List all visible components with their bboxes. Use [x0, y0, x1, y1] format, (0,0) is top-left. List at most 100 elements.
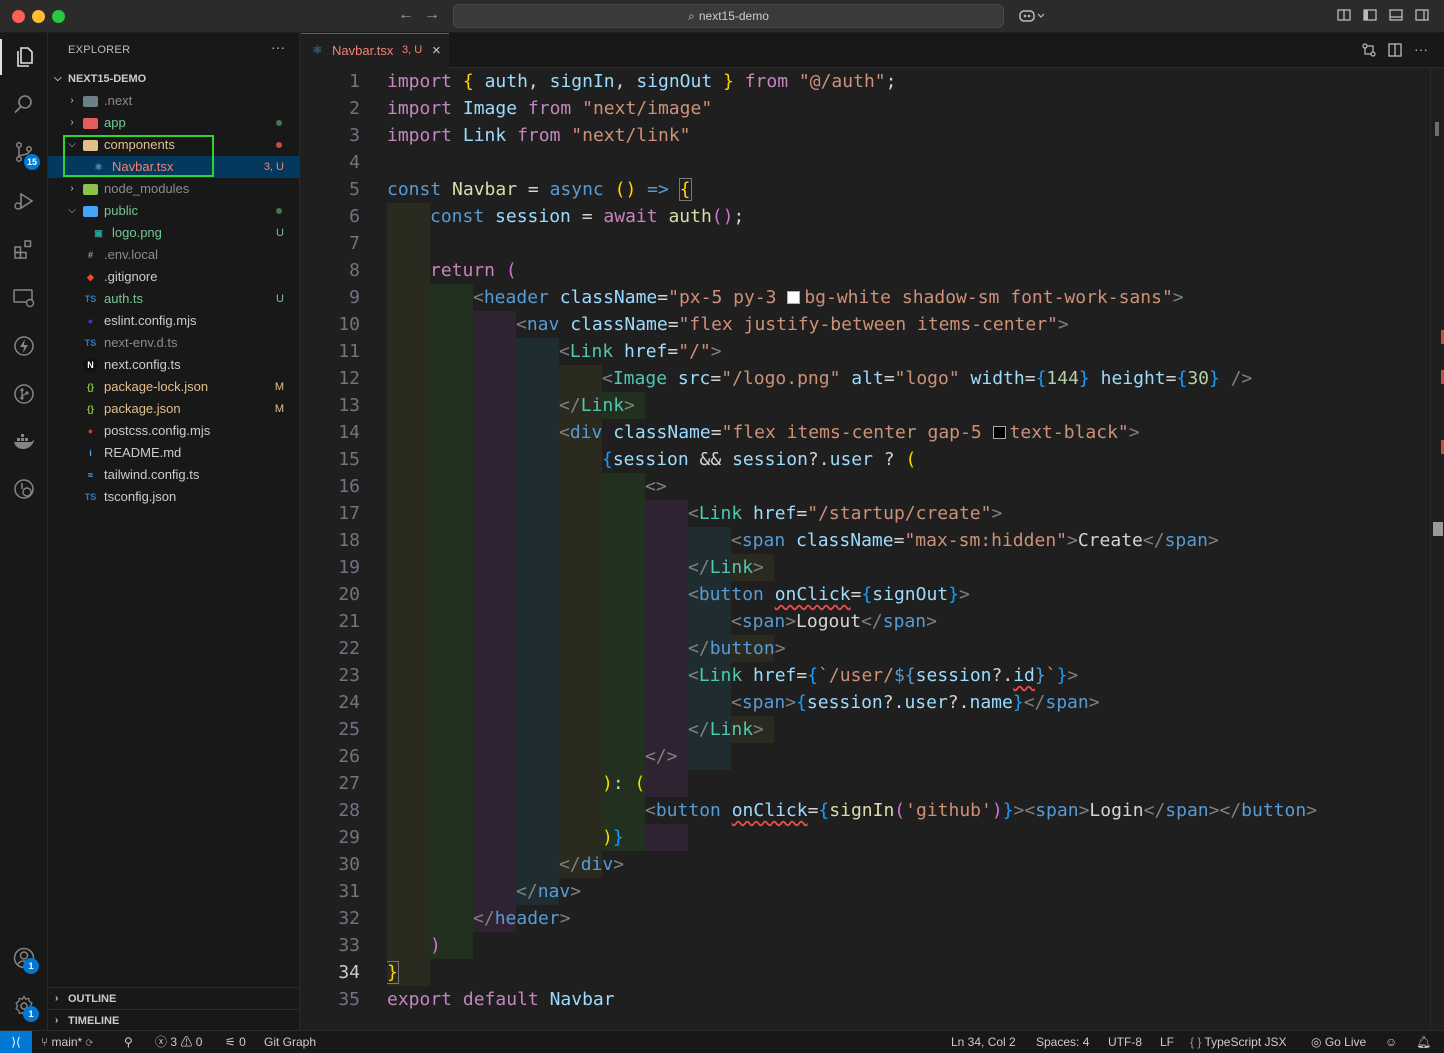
notifications-bell-icon[interactable]: 🔔︎ — [1416, 1031, 1431, 1053]
lightning-icon[interactable] — [0, 324, 48, 368]
file-name: node_modules — [104, 181, 190, 196]
code-line: ): ( — [602, 773, 646, 794]
toggle-primary-sidebar-icon[interactable] — [1362, 8, 1378, 24]
git-branch-icon: ⑂ — [41, 1035, 52, 1049]
file-tree-item[interactable]: › app — [48, 112, 300, 134]
code-area[interactable]: import { auth, signIn, signOut } from "@… — [387, 68, 1427, 1030]
editor-scrollbar[interactable] — [1430, 68, 1444, 1030]
file-tree-item[interactable]: TS auth.ts U — [48, 288, 300, 310]
source-control-badge: 15 — [24, 154, 41, 170]
cursor-position[interactable]: Ln 34, Col 2 — [951, 1031, 1016, 1053]
docker-icon[interactable] — [0, 420, 48, 464]
branch-indicator[interactable]: ⑂ main* ⟳ — [41, 1031, 93, 1053]
explorer-icon[interactable] — [0, 35, 48, 79]
timeline-label: TIMELINE — [68, 1015, 120, 1027]
more-actions-icon[interactable]: ··· — [1413, 41, 1429, 57]
file-tree-item[interactable]: › .next — [48, 90, 300, 112]
file-tree-item[interactable]: Nnext.config.ts — [48, 354, 300, 376]
encoding-setting[interactable]: UTF-8 — [1108, 1031, 1142, 1053]
command-center-search[interactable]: ⌕ next15-demo — [453, 4, 1004, 28]
file-name: next-env.d.ts — [104, 335, 178, 350]
file-tree-item[interactable]: TS tsconfig.json — [48, 486, 300, 508]
remote-explorer-icon[interactable] — [0, 276, 48, 320]
folder-icon — [83, 184, 98, 195]
line-number: 11 — [338, 341, 360, 362]
file-name: tailwind.config.ts — [104, 467, 200, 482]
timeline-panel-header[interactable]: › TIMELINE — [48, 1009, 300, 1031]
braces-icon: { } — [1190, 1035, 1205, 1049]
file-tree-item[interactable]: ▣ logo.png U — [48, 222, 300, 244]
git-graph-button[interactable]: Git Graph — [264, 1031, 316, 1053]
json-icon: TS — [84, 492, 97, 502]
gear-icon[interactable]: 1 — [0, 984, 48, 1028]
antenna-icon: ⚟ — [225, 1035, 240, 1049]
editor-tabs: ⚛ Navbar.tsx 3, U × ··· — [301, 33, 1444, 68]
code-editor[interactable]: 1 2 3 4 5 6 7 8 9 10 11 12 13 14 15 16 17 18 19 20 21 22 23 24 2… — [301, 68, 1444, 1030]
source-control-icon[interactable]: 15 — [0, 130, 48, 174]
outline-panel-header[interactable]: › OUTLINE — [48, 987, 300, 1009]
extensions-icon[interactable] — [0, 227, 48, 271]
tab-navbar-tsx[interactable]: ⚛ Navbar.tsx 3, U × — [301, 33, 449, 68]
line-number: 30 — [338, 854, 360, 875]
more-actions-icon[interactable]: ··· — [271, 39, 285, 55]
ports-indicator[interactable]: ⚟ 0 — [225, 1031, 246, 1053]
remote-indicator-icon[interactable]: ⟩⟨ — [0, 1031, 32, 1053]
file-tree-item[interactable]: ⌵ public — [48, 200, 300, 222]
project-folder-header[interactable]: ⌵ NEXT15-DEMO — [48, 68, 300, 90]
customize-layout-icon[interactable] — [1336, 8, 1352, 24]
git-graph-icon[interactable] — [0, 372, 48, 416]
line-number: 16 — [338, 476, 360, 497]
file-name: package-lock.json — [104, 379, 209, 394]
git-status-badge: U — [276, 293, 284, 305]
minimize-window-button[interactable] — [32, 10, 45, 23]
close-window-button[interactable] — [12, 10, 25, 23]
file-tree-item[interactable]: {} package-lock.json M — [48, 376, 300, 398]
line-number: 14 — [338, 422, 360, 443]
project-name: NEXT15-DEMO — [68, 73, 147, 85]
info-icon: i — [89, 448, 92, 458]
split-editor-icon[interactable] — [1387, 43, 1403, 59]
git-status-badge: U — [276, 227, 284, 239]
close-icon[interactable]: × — [432, 34, 441, 67]
file-tree-item[interactable]: › node_modules — [48, 178, 300, 200]
arrow-right-icon[interactable]: → — [424, 6, 440, 24]
outline-label: OUTLINE — [68, 993, 117, 1005]
arrow-left-icon[interactable]: ← — [398, 6, 414, 24]
accounts-icon[interactable]: 1 — [0, 936, 48, 980]
file-tree-item[interactable]: ● eslint.config.mjs — [48, 310, 300, 332]
git-icon: ◆ — [87, 272, 94, 282]
problems-indicator[interactable]: ⓧ 3 ⚠ 0 — [155, 1031, 202, 1053]
go-live-button[interactable]: ◎ Go Live — [1311, 1031, 1366, 1053]
file-tree-item[interactable]: TS next-env.d.ts — [48, 332, 300, 354]
copilot-status-icon[interactable]: ☺ — [1385, 1031, 1397, 1053]
indentation-setting[interactable]: Spaces: 4 — [1036, 1031, 1089, 1053]
git-fetch-icon[interactable]: ⚲ — [124, 1031, 133, 1053]
copilot-icon[interactable] — [1018, 8, 1046, 24]
chevron-right-icon: › — [70, 95, 74, 106]
toggle-secondary-sidebar-icon[interactable] — [1414, 8, 1430, 24]
toggle-panel-icon[interactable] — [1388, 8, 1404, 24]
eslint-icon: ● — [87, 316, 94, 326]
file-tree-item[interactable]: # .env.local — [48, 244, 300, 266]
testing-icon[interactable] — [0, 467, 48, 511]
open-changes-icon[interactable] — [1361, 43, 1377, 59]
line-number: 25 — [338, 719, 360, 740]
code-line: import Link from "next/link" — [387, 125, 691, 146]
line-number-gutter: 1 2 3 4 5 6 7 8 9 10 11 12 13 14 15 16 17 18 19 20 21 22 23 24 2… — [301, 68, 367, 1030]
title-bar: ← → ⌕ next15-demo — [0, 0, 1444, 33]
search-icon[interactable] — [0, 82, 48, 126]
file-tree-item[interactable]: ≈ tailwind.config.ts — [48, 464, 300, 486]
file-tree-item[interactable]: ◆ .gitignore — [48, 266, 300, 288]
language-mode[interactable]: { } TypeScript JSX — [1190, 1031, 1287, 1053]
indent-guide — [473, 311, 516, 932]
indent-guide — [430, 284, 473, 959]
explorer-sidebar: EXPLORER ··· ⌵ NEXT15-DEMO › .next › app ⌵ co… — [48, 33, 300, 1030]
eol-setting[interactable]: LF — [1160, 1031, 1174, 1053]
image-icon: ▣ — [94, 228, 103, 238]
maximize-window-button[interactable] — [52, 10, 65, 23]
file-tree-item[interactable]: ● postcss.config.mjs — [48, 420, 300, 442]
ts-icon: TS — [84, 294, 97, 304]
file-tree-item[interactable]: i README.md — [48, 442, 300, 464]
file-tree-item[interactable]: {} package.json M — [48, 398, 300, 420]
run-debug-icon[interactable] — [0, 179, 48, 223]
